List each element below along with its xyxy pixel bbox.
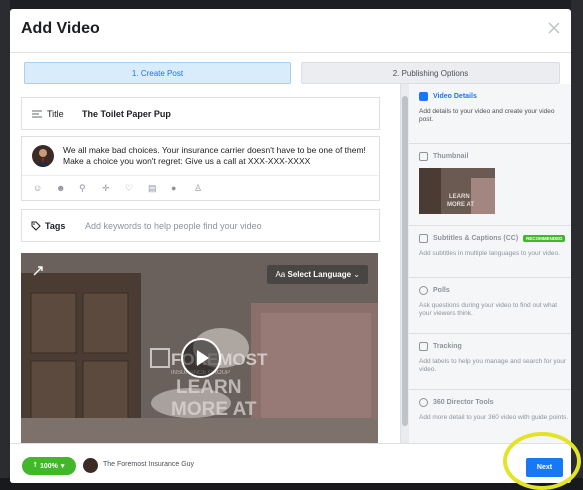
language-prefix: Aa (275, 270, 286, 279)
svg-text:MORE AT: MORE AT (171, 399, 257, 420)
title-field[interactable]: Title The Toilet Paper Pup (21, 97, 380, 130)
description-field[interactable]: We all make bad choices. Your insurance … (21, 136, 380, 201)
title-label-text: Title (47, 109, 64, 119)
location-icon[interactable]: ⚲ (79, 183, 88, 193)
video-details-icon (419, 92, 428, 101)
thumbnail-icon (419, 152, 428, 161)
thumbnail-label: Thumbnail (433, 153, 469, 160)
play-icon (197, 350, 209, 366)
play-button[interactable] (181, 338, 221, 378)
crosshair-icon[interactable]: ✛ (102, 183, 111, 193)
tracking-label: Tracking (433, 343, 462, 350)
dialog-footer: ⭡ 100% ▾ The Foremost Insurance Guy Next (10, 443, 571, 483)
audience-label: 100% (39, 462, 58, 470)
author-avatar (32, 145, 54, 167)
language-label: Select Language (287, 270, 352, 279)
title-input[interactable]: The Toilet Paper Pup (82, 109, 171, 119)
heart-icon[interactable]: ♡ (125, 183, 134, 193)
polls-title: Polls (419, 286, 571, 295)
audience-button[interactable]: ⭡ 100% ▾ (22, 457, 76, 475)
close-icon[interactable] (545, 19, 563, 37)
360-tools-desc: Add more detail to your 360 video with g… (419, 414, 569, 421)
tag-people-icon[interactable]: ☺ (33, 183, 42, 193)
section-thumbnail[interactable]: Thumbnail LEARN MORE AT (409, 144, 571, 226)
section-subtitles[interactable]: Subtitles & Captions (CC) RECOMMENDED Ad… (409, 226, 571, 278)
video-details-title: Video Details (419, 92, 571, 101)
chat-icon[interactable]: ● (171, 183, 180, 193)
subtitles-label: Subtitles & Captions (CC) (433, 235, 519, 242)
polls-icon (419, 286, 428, 295)
tags-field[interactable]: Tags Add keywords to help people find yo… (21, 209, 380, 242)
tracking-desc: Add labels to help you manage and search… (419, 358, 567, 373)
svg-text:LEARN: LEARN (176, 377, 241, 398)
thumbnail-image[interactable]: LEARN MORE AT (419, 168, 495, 214)
tracking-title: Tracking (419, 342, 571, 351)
dialog-header: Add Video (10, 9, 571, 53)
360-view-icon[interactable] (32, 265, 44, 277)
video-details-label: Video Details (433, 93, 477, 100)
caret-down-icon: ▾ (60, 463, 65, 470)
settings-panel: Video Details Add details to your video … (400, 84, 571, 443)
description-text[interactable]: We all make bad choices. Your insurance … (63, 145, 368, 167)
360-tools-title: 360 Director Tools (419, 398, 571, 407)
svg-text:MORE AT: MORE AT (447, 202, 474, 208)
svg-text:LEARN: LEARN (449, 194, 470, 200)
section-polls[interactable]: Polls Ask questions during your video to… (409, 278, 571, 334)
settings-scrollbar[interactable] (401, 84, 409, 443)
add-video-dialog: Add Video 1. Create Post 2. Publishing O… (10, 9, 571, 483)
tracking-icon (419, 342, 428, 351)
backdrop-right (571, 0, 583, 490)
select-language-button[interactable]: Aa Select Language ⌄ (267, 265, 368, 284)
people-icon[interactable]: ♙ (194, 183, 203, 193)
step-publishing-options[interactable]: 2. Publishing Options (301, 62, 560, 84)
360-icon (419, 398, 428, 407)
recommended-badge: RECOMMENDED (523, 235, 566, 242)
tags-input[interactable]: Add keywords to help people find your vi… (85, 221, 262, 231)
tag-icon (31, 221, 41, 231)
tags-label-text: Tags (45, 221, 66, 231)
polls-label: Polls (433, 287, 450, 294)
description-toolbar: ☺ ☻ ⚲ ✛ ♡ ▤ ● ♙ (22, 175, 379, 200)
360-tools-label: 360 Director Tools (433, 399, 494, 406)
title-label: Title (32, 109, 64, 119)
backdrop-left (0, 0, 10, 490)
video-preview[interactable]: FOREMOST INSURANCE GROUP LEARN MORE AT A… (21, 253, 378, 443)
page-name: The Foremost Insurance Guy (103, 461, 195, 468)
upload-arrow-icon: ⭡ (33, 462, 37, 469)
post-editor: Title The Toilet Paper Pup We all make b… (21, 93, 396, 443)
step-create-post[interactable]: 1. Create Post (24, 62, 291, 84)
section-video-details[interactable]: Video Details Add details to your video … (409, 84, 571, 144)
chevron-down-icon: ⌄ (353, 270, 360, 279)
video-details-desc: Add details to your video and create you… (419, 108, 555, 123)
title-lines-icon (32, 110, 42, 118)
subtitles-desc: Add subtitles in multiple languages to y… (419, 250, 560, 257)
highlight-annotation (503, 432, 581, 490)
captions-icon (419, 234, 428, 243)
polls-desc: Ask questions during your video to find … (419, 302, 558, 317)
dialog-title: Add Video (21, 20, 100, 37)
scroll-thumb[interactable] (402, 96, 408, 426)
tags-label: Tags (31, 221, 65, 231)
emoji-icon[interactable]: ☻ (56, 183, 65, 193)
page-avatar (83, 458, 98, 473)
thumbnail-title: Thumbnail (419, 152, 571, 161)
building-icon[interactable]: ▤ (148, 183, 157, 193)
subtitles-title: Subtitles & Captions (CC) RECOMMENDED (419, 234, 571, 243)
section-tracking[interactable]: Tracking Add labels to help you manage a… (409, 334, 571, 390)
